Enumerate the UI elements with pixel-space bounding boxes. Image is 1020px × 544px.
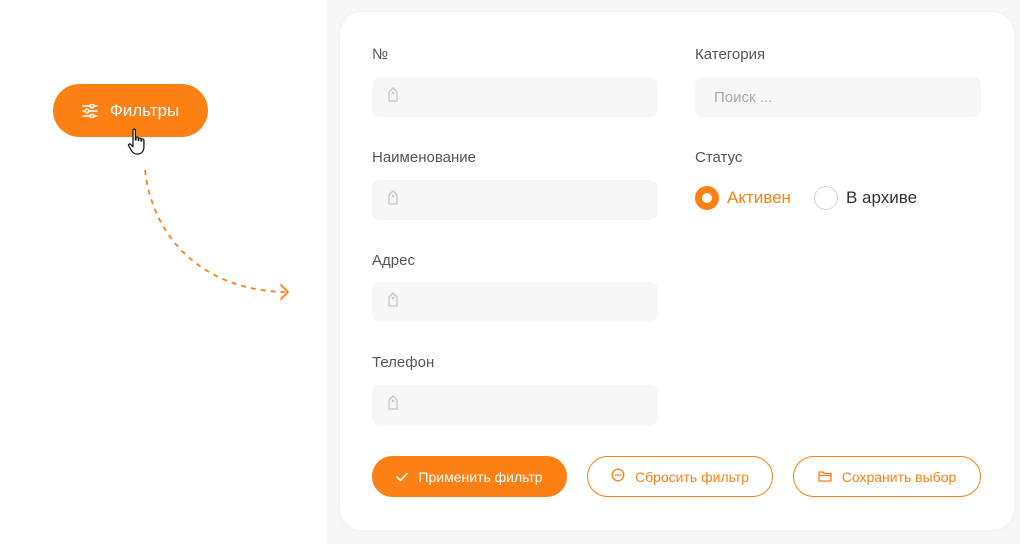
status-option-label: В архиве (846, 188, 918, 207)
tag-icon (387, 86, 399, 108)
tag-icon (387, 189, 399, 211)
name-input[interactable] (372, 180, 658, 220)
category-label: Категория (695, 46, 766, 63)
status-option-archived[interactable]: В архиве (814, 186, 917, 210)
status-option-label: Активен (727, 188, 791, 207)
folder-icon (818, 469, 832, 485)
name-label: Наименование (372, 149, 476, 166)
reset-filter-button[interactable]: Сбросить фильтр (587, 456, 773, 497)
number-label: № (372, 46, 389, 63)
filters-button-label: Фильтры (109, 100, 180, 120)
hand-pointer-icon (127, 128, 147, 161)
sliders-icon (82, 103, 98, 118)
dashed-arrow-icon (140, 165, 292, 310)
phone-input[interactable] (372, 385, 658, 425)
tag-icon (387, 394, 399, 416)
tag-icon (387, 291, 399, 313)
address-input[interactable] (372, 282, 658, 322)
save-selection-button[interactable]: Сохранить выбор (793, 456, 981, 497)
stage: Фильтры № Наименование Адрес Телефон Кат… (0, 0, 1020, 544)
status-label: Статус (695, 149, 743, 166)
radio-selected-icon[interactable] (695, 186, 719, 210)
phone-label: Телефон (372, 354, 435, 371)
address-label: Адрес (372, 252, 415, 269)
save-selection-label: Сохранить выбор (841, 468, 957, 485)
number-input[interactable] (372, 77, 658, 117)
category-search-input[interactable] (695, 77, 981, 117)
radio-unselected-icon[interactable] (814, 186, 838, 210)
minus-circle-icon (611, 468, 625, 485)
reset-filter-label: Сбросить фильтр (634, 468, 750, 485)
apply-filter-button[interactable]: Применить фильтр (372, 456, 567, 497)
check-icon (396, 469, 409, 485)
apply-filter-label: Применить фильтр (418, 468, 543, 485)
status-option-active[interactable]: Активен (695, 186, 791, 210)
